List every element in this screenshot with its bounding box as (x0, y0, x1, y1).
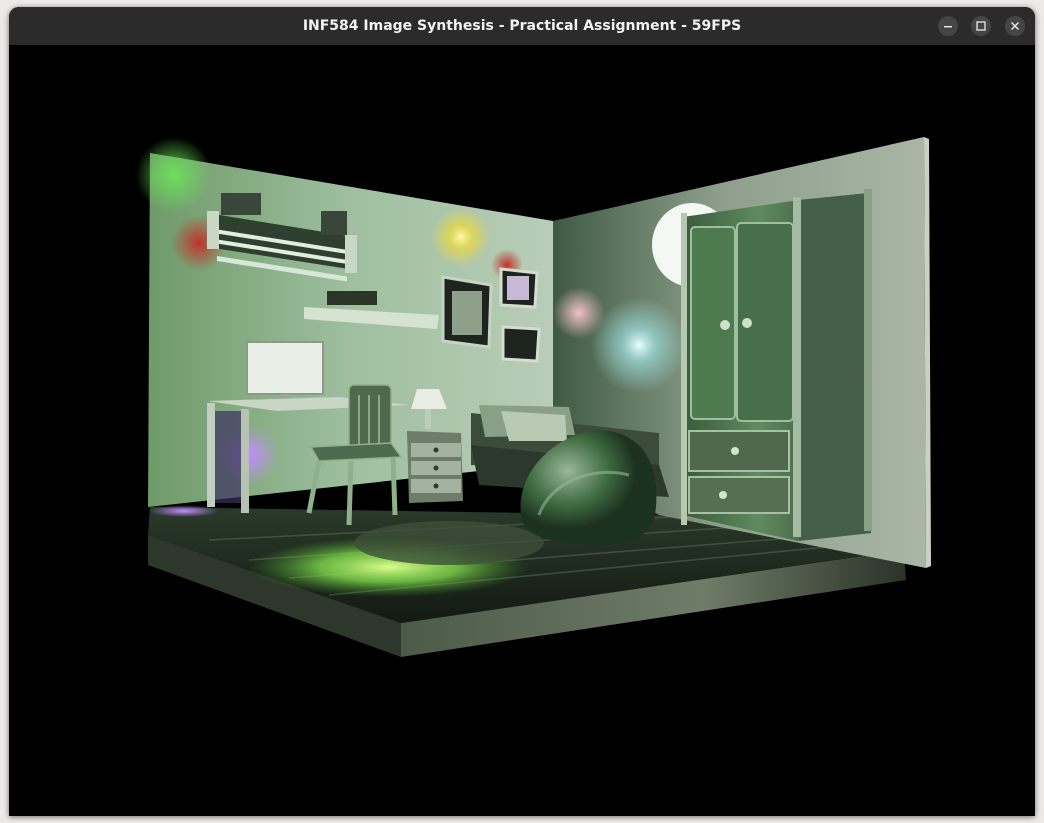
minimize-icon (944, 26, 952, 28)
wardrobe (681, 189, 872, 541)
app-window: INF584 Image Synthesis - Practical Assig… (9, 7, 1035, 816)
window-title: INF584 Image Synthesis - Practical Assig… (302, 18, 742, 34)
bedroom-scene (136, 137, 931, 657)
close-button[interactable] (1005, 16, 1025, 36)
minimize-button[interactable] (938, 16, 958, 36)
title-bar[interactable]: INF584 Image Synthesis - Practical Assig… (9, 7, 1035, 45)
maximize-button[interactable] (971, 16, 991, 36)
light-cyan (591, 297, 687, 393)
close-icon (1011, 22, 1019, 30)
rug (354, 521, 544, 565)
light-green-left (136, 137, 212, 213)
render-viewport[interactable] (9, 45, 1035, 816)
light-yellow (431, 207, 491, 267)
maximize-icon (976, 21, 986, 31)
monitor (246, 341, 324, 404)
nightstand (407, 431, 463, 503)
light-pink (553, 287, 605, 339)
